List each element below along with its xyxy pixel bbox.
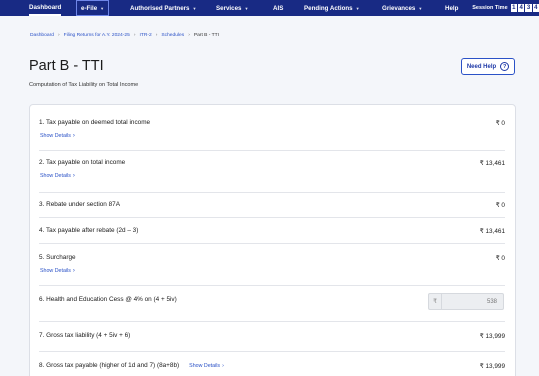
chevron-right-icon: ›	[188, 33, 190, 38]
nav-authorised-partners[interactable]: Authorised Partners ▼	[130, 0, 196, 16]
session-digit: 4	[517, 4, 525, 12]
row-label: 5. Surcharge	[39, 254, 76, 261]
session-digit: 1	[510, 4, 517, 12]
row-gross-tax-payable: 8. Gross tax payable (higher of 1d and 7…	[39, 352, 505, 376]
row-label: 3. Rebate under section 87A	[39, 201, 121, 208]
row-label: 1. Tax payable on deemed total income	[39, 119, 151, 126]
chevron-right-icon: ›	[222, 363, 224, 369]
page-title: Part B - TTI	[29, 58, 104, 74]
need-help-label: Need Help	[466, 63, 497, 70]
breadcrumb-itr2[interactable]: ITR-2	[139, 33, 151, 38]
cess-amount-value: 538	[486, 298, 497, 305]
show-details-link[interactable]: Show Details ›	[40, 268, 75, 274]
row-tax-after-rebate: 4. Tax payable after rebate (2d – 3) ₹ 1…	[39, 218, 505, 244]
page-subtitle: Computation of Tax Liability on Total In…	[29, 82, 139, 88]
chevron-right-icon: ›	[133, 33, 136, 38]
session-label: Session Time	[472, 5, 508, 11]
nav-grievances-label: Grievances	[382, 4, 416, 12]
question-circle-icon: ?	[500, 62, 510, 71]
cess-amount-field[interactable]: ₹ 538	[428, 293, 504, 310]
row-label: 2. Tax payable on total income	[39, 159, 126, 166]
chevron-right-icon: ›	[72, 173, 75, 179]
chevron-down-icon: ▼	[418, 5, 423, 11]
row-label: 6. Health and Education Cess @ 4% on (4 …	[39, 296, 177, 303]
breadcrumb-schedules[interactable]: Schedules	[161, 33, 184, 38]
chevron-right-icon: ›	[72, 133, 75, 139]
row-surcharge: 5. Surcharge ₹ 0 Show Details ›	[39, 244, 505, 286]
show-details-link[interactable]: Show Details ›	[40, 173, 75, 179]
show-details-label: Show Details	[40, 268, 71, 274]
nav-efile[interactable]: e-File ▼	[76, 0, 110, 16]
chevron-down-icon: ▼	[100, 5, 105, 11]
row-value: ₹ 0	[495, 202, 505, 209]
breadcrumb-current: Part B - TTI	[193, 33, 220, 38]
row-label-with-link: 8. Gross tax payable (higher of 1d and 7…	[39, 362, 224, 369]
nav-pending-actions[interactable]: Pending Actions ▼	[304, 0, 360, 16]
chevron-right-icon: ›	[57, 33, 60, 38]
show-details-label: Show Details	[40, 173, 71, 179]
nav-pending-label: Pending Actions	[304, 4, 353, 12]
rupee-icon: ₹	[429, 294, 442, 309]
chevron-down-icon: ▼	[244, 5, 249, 11]
top-navigation: Dashboard e-File ▼ Authorised Partners ▼ S…	[0, 0, 539, 16]
nav-partners-label: Authorised Partners	[130, 4, 190, 12]
row-value: ₹ 0	[495, 255, 505, 262]
row-value: ₹ 13,461	[479, 228, 505, 235]
chevron-right-icon: ›	[155, 33, 158, 38]
session-timer: Session Time 1 4 3 4	[472, 0, 539, 16]
chevron-right-icon: ›	[72, 268, 75, 274]
row-health-education-cess: 6. Health and Education Cess @ 4% on (4 …	[39, 286, 505, 322]
breadcrumb-dashboard[interactable]: Dashboard	[30, 33, 54, 38]
nav-dashboard[interactable]: Dashboard	[29, 0, 62, 16]
session-digit: 4	[532, 4, 539, 12]
nav-help[interactable]: Help	[445, 0, 458, 16]
row-gross-tax-liability: 7. Gross tax liability (4 + 5iv + 6) ₹ 1…	[39, 322, 505, 352]
chevron-down-icon: ▼	[355, 5, 360, 11]
nav-efile-label: e-File	[81, 4, 98, 12]
row-value: ₹ 13,999	[479, 333, 505, 340]
row-value: ₹ 13,999	[479, 363, 505, 370]
chevron-down-icon: ▼	[192, 5, 197, 11]
row-label: 7. Gross tax liability (4 + 5iv + 6)	[39, 332, 131, 339]
nav-services-label: Services	[216, 4, 242, 12]
row-value: ₹ 0	[495, 120, 505, 127]
row-label: 8. Gross tax payable (higher of 1d and 7…	[39, 362, 180, 369]
nav-services[interactable]: Services ▼	[216, 0, 248, 16]
show-details-label: Show Details	[189, 363, 221, 369]
tax-computation-card: 1. Tax payable on deemed total income ₹ …	[29, 104, 516, 376]
session-digit: 3	[525, 4, 532, 12]
row-deemed-income: 1. Tax payable on deemed total income ₹ …	[39, 105, 505, 151]
row-total-income: 2. Tax payable on total income ₹ 13,461 …	[39, 151, 505, 193]
nav-ais[interactable]: AIS	[273, 0, 283, 16]
show-details-label: Show Details	[40, 133, 71, 139]
row-label: 4. Tax payable after rebate (2d – 3)	[39, 227, 139, 234]
row-value: ₹ 13,461	[479, 160, 505, 167]
row-rebate-87a: 3. Rebate under section 87A ₹ 0	[39, 193, 505, 218]
show-details-link[interactable]: Show Details ›	[40, 133, 75, 139]
need-help-button[interactable]: Need Help ?	[461, 58, 515, 75]
nav-grievances[interactable]: Grievances ▼	[382, 0, 422, 16]
show-details-link[interactable]: Show Details ›	[189, 363, 224, 369]
breadcrumb: Dashboard › Filing Returns for A.Y. 2024…	[30, 33, 219, 38]
breadcrumb-filing-returns[interactable]: Filing Returns for A.Y. 2024-25	[64, 33, 130, 38]
